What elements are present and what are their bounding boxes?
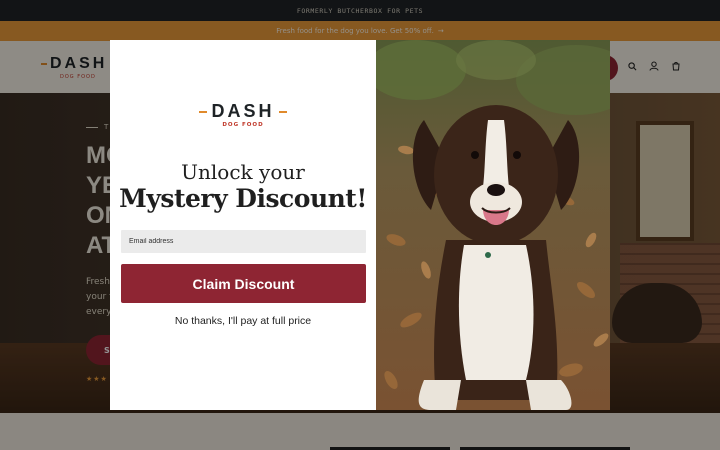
- decline-link[interactable]: No thanks, I'll pay at full price: [110, 315, 376, 327]
- popup-logo: DASH DOG FOOD: [110, 101, 376, 128]
- popup-logo-subtitle: DOG FOOD: [222, 122, 264, 128]
- popup-logo-wordmark: DASH: [211, 101, 275, 121]
- popup-headline-emphasis: Mystery Discount!: [119, 184, 367, 213]
- email-field[interactable]: [121, 230, 366, 253]
- dog-photo-illustration: [376, 40, 610, 410]
- dog-photo: [376, 40, 610, 410]
- claim-discount-button[interactable]: Claim Discount: [121, 264, 366, 303]
- discount-popup: DASH DOG FOOD Unlock your Mystery Discou…: [110, 40, 610, 410]
- popup-form-panel: DASH DOG FOOD Unlock your Mystery Discou…: [110, 40, 376, 410]
- popup-headline: Unlock your: [181, 160, 305, 184]
